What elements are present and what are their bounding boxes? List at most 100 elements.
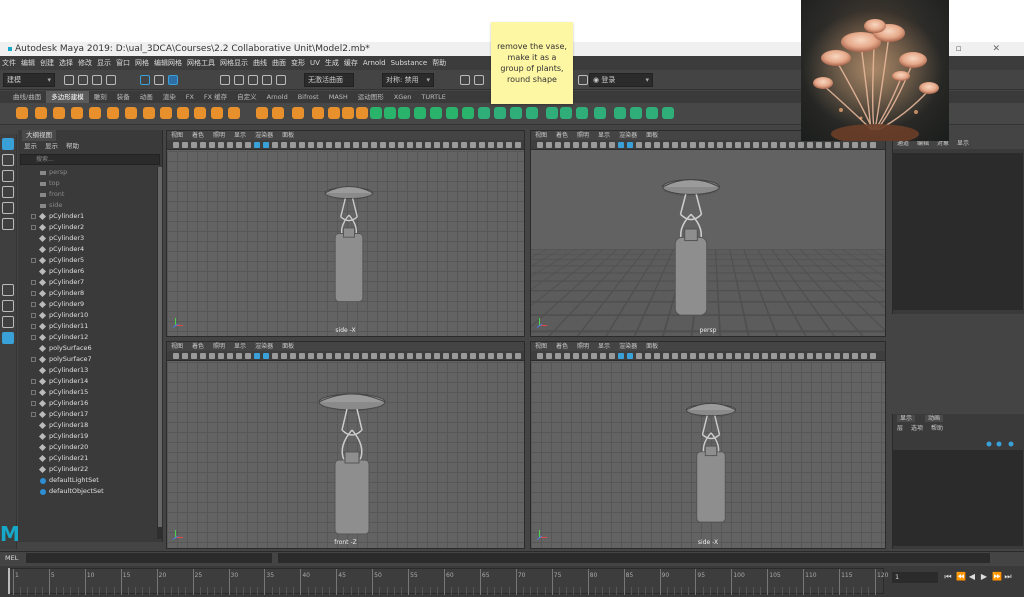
expand-toggle-icon[interactable]: [31, 214, 36, 219]
four-view-icon[interactable]: [2, 316, 14, 328]
viewport-side-2[interactable]: 视图 着色 照明 显示 渲染器 面板 side -X: [530, 341, 886, 549]
prism-icon[interactable]: [177, 107, 189, 119]
step-back-icon[interactable]: ⏪: [956, 572, 966, 582]
snap-view-icon[interactable]: [248, 75, 258, 85]
sphere-icon[interactable]: [16, 107, 28, 119]
menu-item[interactable]: UV: [310, 56, 320, 70]
outliner-item[interactable]: pCylinder17: [18, 409, 156, 420]
outliner-item[interactable]: pCylinder3: [18, 233, 156, 244]
channel-box-tab[interactable]: 显示: [957, 140, 969, 147]
menu-item[interactable]: 网格显示: [220, 56, 248, 70]
expand-toggle-icon[interactable]: [31, 412, 36, 417]
shelf-tab[interactable]: 自定义: [232, 91, 262, 103]
outliner-item[interactable]: pCylinder9: [18, 299, 156, 310]
shelf-tab[interactable]: 多边形建模: [46, 91, 89, 103]
expand-toggle-icon[interactable]: [31, 335, 36, 340]
menu-item[interactable]: 曲线: [253, 56, 267, 70]
menu-set-dropdown[interactable]: 建模 ▾: [3, 73, 55, 87]
connect-icon[interactable]: [526, 107, 538, 119]
menu-item[interactable]: 选择: [59, 56, 73, 70]
channel-box-tab[interactable]: 通道: [897, 140, 909, 147]
boolean-icon[interactable]: [356, 107, 368, 119]
command-language-label[interactable]: MEL: [5, 552, 18, 564]
layout-icon[interactable]: [2, 332, 14, 344]
scrollbar-thumb[interactable]: [158, 167, 162, 527]
snap-live-icon[interactable]: [276, 75, 286, 85]
unfold-icon[interactable]: [646, 107, 658, 119]
redo-icon[interactable]: [106, 75, 116, 85]
symmetry-dropdown[interactable]: 对称: 禁用 ▾: [382, 73, 434, 87]
two-view-icon[interactable]: [2, 300, 14, 312]
outliner-scrollbar[interactable]: [157, 167, 163, 539]
disc-icon[interactable]: [125, 107, 137, 119]
shelf-tab[interactable]: FX 缓存: [199, 91, 232, 103]
outliner-item[interactable]: front: [18, 189, 156, 200]
outliner-item[interactable]: pCylinder22: [18, 464, 156, 475]
folder-icon[interactable]: [64, 75, 74, 85]
pyramid-icon[interactable]: [160, 107, 172, 119]
outliner-item[interactable]: pCylinder12: [18, 332, 156, 343]
insert-loop-icon[interactable]: [494, 107, 506, 119]
go-to-start-icon[interactable]: ⏮: [944, 572, 952, 582]
shelf-tab[interactable]: TURTLE: [416, 91, 450, 103]
rotate-tool-icon[interactable]: [2, 202, 14, 214]
shelf-tab[interactable]: 运动图形: [353, 91, 389, 103]
append-icon[interactable]: [478, 107, 490, 119]
viewport-side[interactable]: 视图 着色 照明 显示 渲染器 面板 side -X: [166, 130, 525, 337]
shelf-tab[interactable]: 渲染: [158, 91, 181, 103]
outliner-item[interactable]: persp: [18, 167, 156, 178]
soccer-icon[interactable]: [256, 107, 268, 119]
render-settings-icon[interactable]: [578, 75, 588, 85]
outliner-item[interactable]: polySurface7: [18, 354, 156, 365]
gear-icon[interactable]: [228, 107, 240, 119]
shelf-tab[interactable]: Arnold: [262, 91, 293, 103]
expand-toggle-icon[interactable]: [31, 379, 36, 384]
snap-curve-icon[interactable]: [220, 75, 230, 85]
outliner-item[interactable]: pCylinder4: [18, 244, 156, 255]
select-mode-icon[interactable]: [140, 75, 150, 85]
shelf-tab[interactable]: 动画: [135, 91, 158, 103]
timeline-track[interactable]: 1 5 10 15 20 25 30 35 40 45 50 55 60 65 70 75 80 85 90 95 10…: [8, 568, 888, 595]
render-icon[interactable]: [460, 75, 470, 85]
text-icon[interactable]: [292, 107, 304, 119]
bridge-icon[interactable]: [398, 107, 410, 119]
cylindrical-icon[interactable]: [576, 107, 588, 119]
outliner-item[interactable]: pCylinder11: [18, 321, 156, 332]
outliner-item[interactable]: pCylinder15: [18, 387, 156, 398]
menu-item[interactable]: 曲面: [272, 56, 286, 70]
planar-icon[interactable]: [560, 107, 572, 119]
expand-toggle-icon[interactable]: [31, 258, 36, 263]
command-input[interactable]: [26, 553, 272, 563]
expand-toggle-icon[interactable]: [31, 313, 36, 318]
menu-item[interactable]: 帮助: [432, 56, 446, 70]
outliner-item[interactable]: pCylinder8: [18, 288, 156, 299]
cube-icon[interactable]: [35, 107, 47, 119]
ipr-render-icon[interactable]: [474, 75, 484, 85]
automatic-icon[interactable]: [614, 107, 626, 119]
outliner-item[interactable]: pCylinder14: [18, 376, 156, 387]
bevel-icon[interactable]: [414, 107, 426, 119]
shelf-tab[interactable]: 雕刻: [89, 91, 112, 103]
outliner-item[interactable]: pCylinder20: [18, 442, 156, 453]
outliner-item[interactable]: defaultLightSet: [18, 475, 156, 486]
fill-hole-icon[interactable]: [430, 107, 442, 119]
menu-item[interactable]: Substance: [391, 56, 428, 70]
layer-tab[interactable]: 动画: [925, 415, 944, 422]
helix-icon[interactable]: [211, 107, 223, 119]
spherical-icon[interactable]: [594, 107, 606, 119]
expand-toggle-icon[interactable]: [31, 302, 36, 307]
single-view-icon[interactable]: [2, 284, 14, 296]
svg-icon[interactable]: [272, 107, 284, 119]
separate-icon[interactable]: [328, 107, 340, 119]
outliner-item[interactable]: side: [18, 200, 156, 211]
torus-icon[interactable]: [89, 107, 101, 119]
login-dropdown[interactable]: ◉ 登录 ▾: [589, 73, 653, 87]
play-back-icon[interactable]: ◀: [968, 572, 976, 582]
expand-toggle-icon[interactable]: [31, 324, 36, 329]
layer-menu-item[interactable]: 帮助: [931, 425, 943, 432]
go-to-end-icon[interactable]: ⏭: [1004, 572, 1012, 582]
expand-toggle-icon[interactable]: [31, 357, 36, 362]
expand-toggle-icon[interactable]: [31, 390, 36, 395]
layer-tab[interactable]: 显示: [897, 415, 916, 422]
lasso-tool-icon[interactable]: [2, 154, 14, 166]
